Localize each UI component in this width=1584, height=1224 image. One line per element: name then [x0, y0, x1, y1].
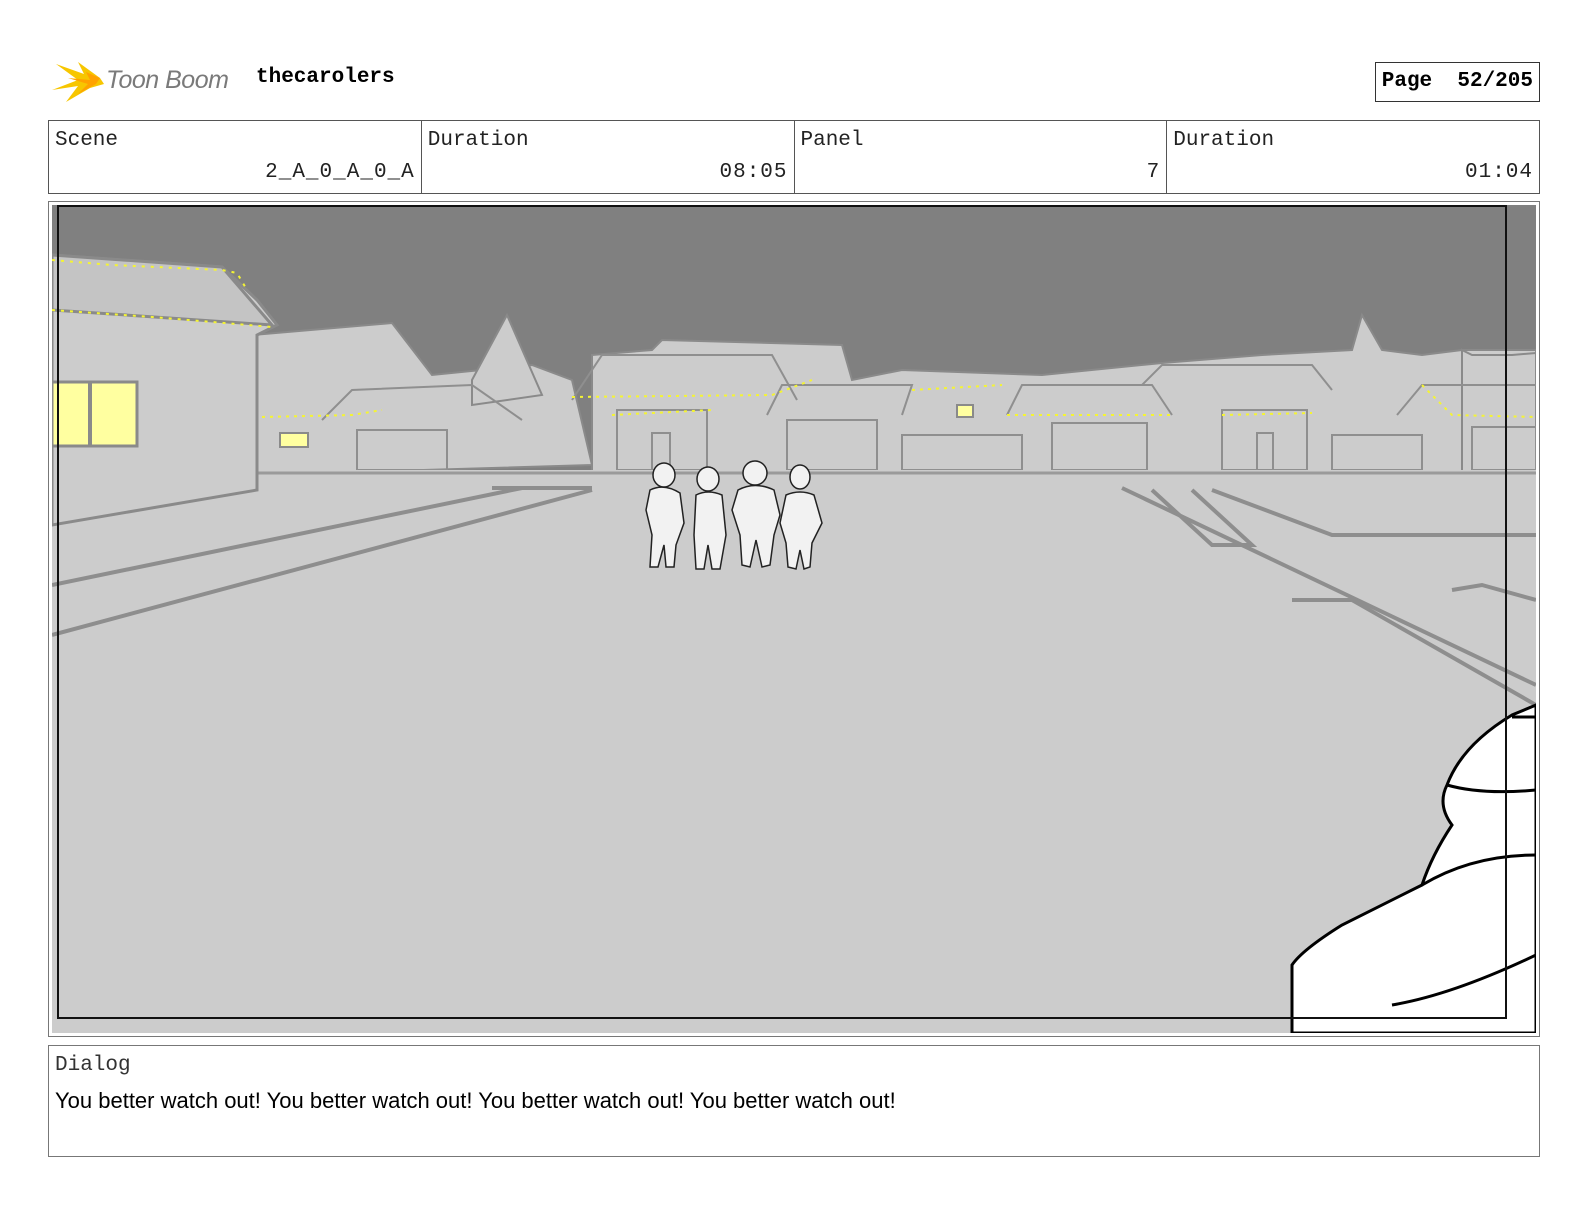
dialog-text: You better watch out! You better watch o… [55, 1088, 896, 1113]
foreground-house-left [52, 253, 280, 527]
scene-duration-label: Duration [427, 129, 529, 152]
lit-window [52, 380, 139, 448]
scene-value: 2_A_0_A_0_A [265, 161, 415, 184]
logo-text: Toon Boom [106, 66, 229, 94]
panel-duration-cell: Duration 01:04 [1167, 121, 1539, 193]
street-scene-drawing [52, 205, 1536, 1033]
dialog-label: Dialog [55, 1054, 131, 1077]
scene-info-table: Scene 2_A_0_A_0_A Duration 08:05 Panel 7… [48, 120, 1540, 194]
project-name: thecarolers [256, 66, 395, 89]
page-indicator: Page 52/205 [1374, 62, 1540, 102]
panel-value: 7 [1146, 161, 1161, 184]
scene-label: Scene [55, 129, 119, 152]
page-number: 52/205 [1457, 70, 1533, 93]
star-burst-icon [52, 62, 104, 102]
scene-duration-cell: Duration 08:05 [422, 121, 795, 193]
toon-boom-logo: Toon Boom [48, 56, 248, 104]
storyboard-panel-image [52, 205, 1536, 1033]
panel-duration-label: Duration [1173, 129, 1275, 152]
page-label: Page [1381, 70, 1433, 93]
panel-label: Panel [800, 129, 864, 152]
dialog-box: Dialog You better watch out! You better … [48, 1045, 1540, 1157]
panel-cell: Panel 7 [795, 121, 1168, 193]
scene-cell: Scene 2_A_0_A_0_A [49, 121, 422, 193]
header: Toon Boom thecarolers Page 52/205 [48, 50, 1540, 106]
panel-duration-value: 01:04 [1464, 161, 1533, 184]
scene-duration-value: 08:05 [719, 161, 788, 184]
